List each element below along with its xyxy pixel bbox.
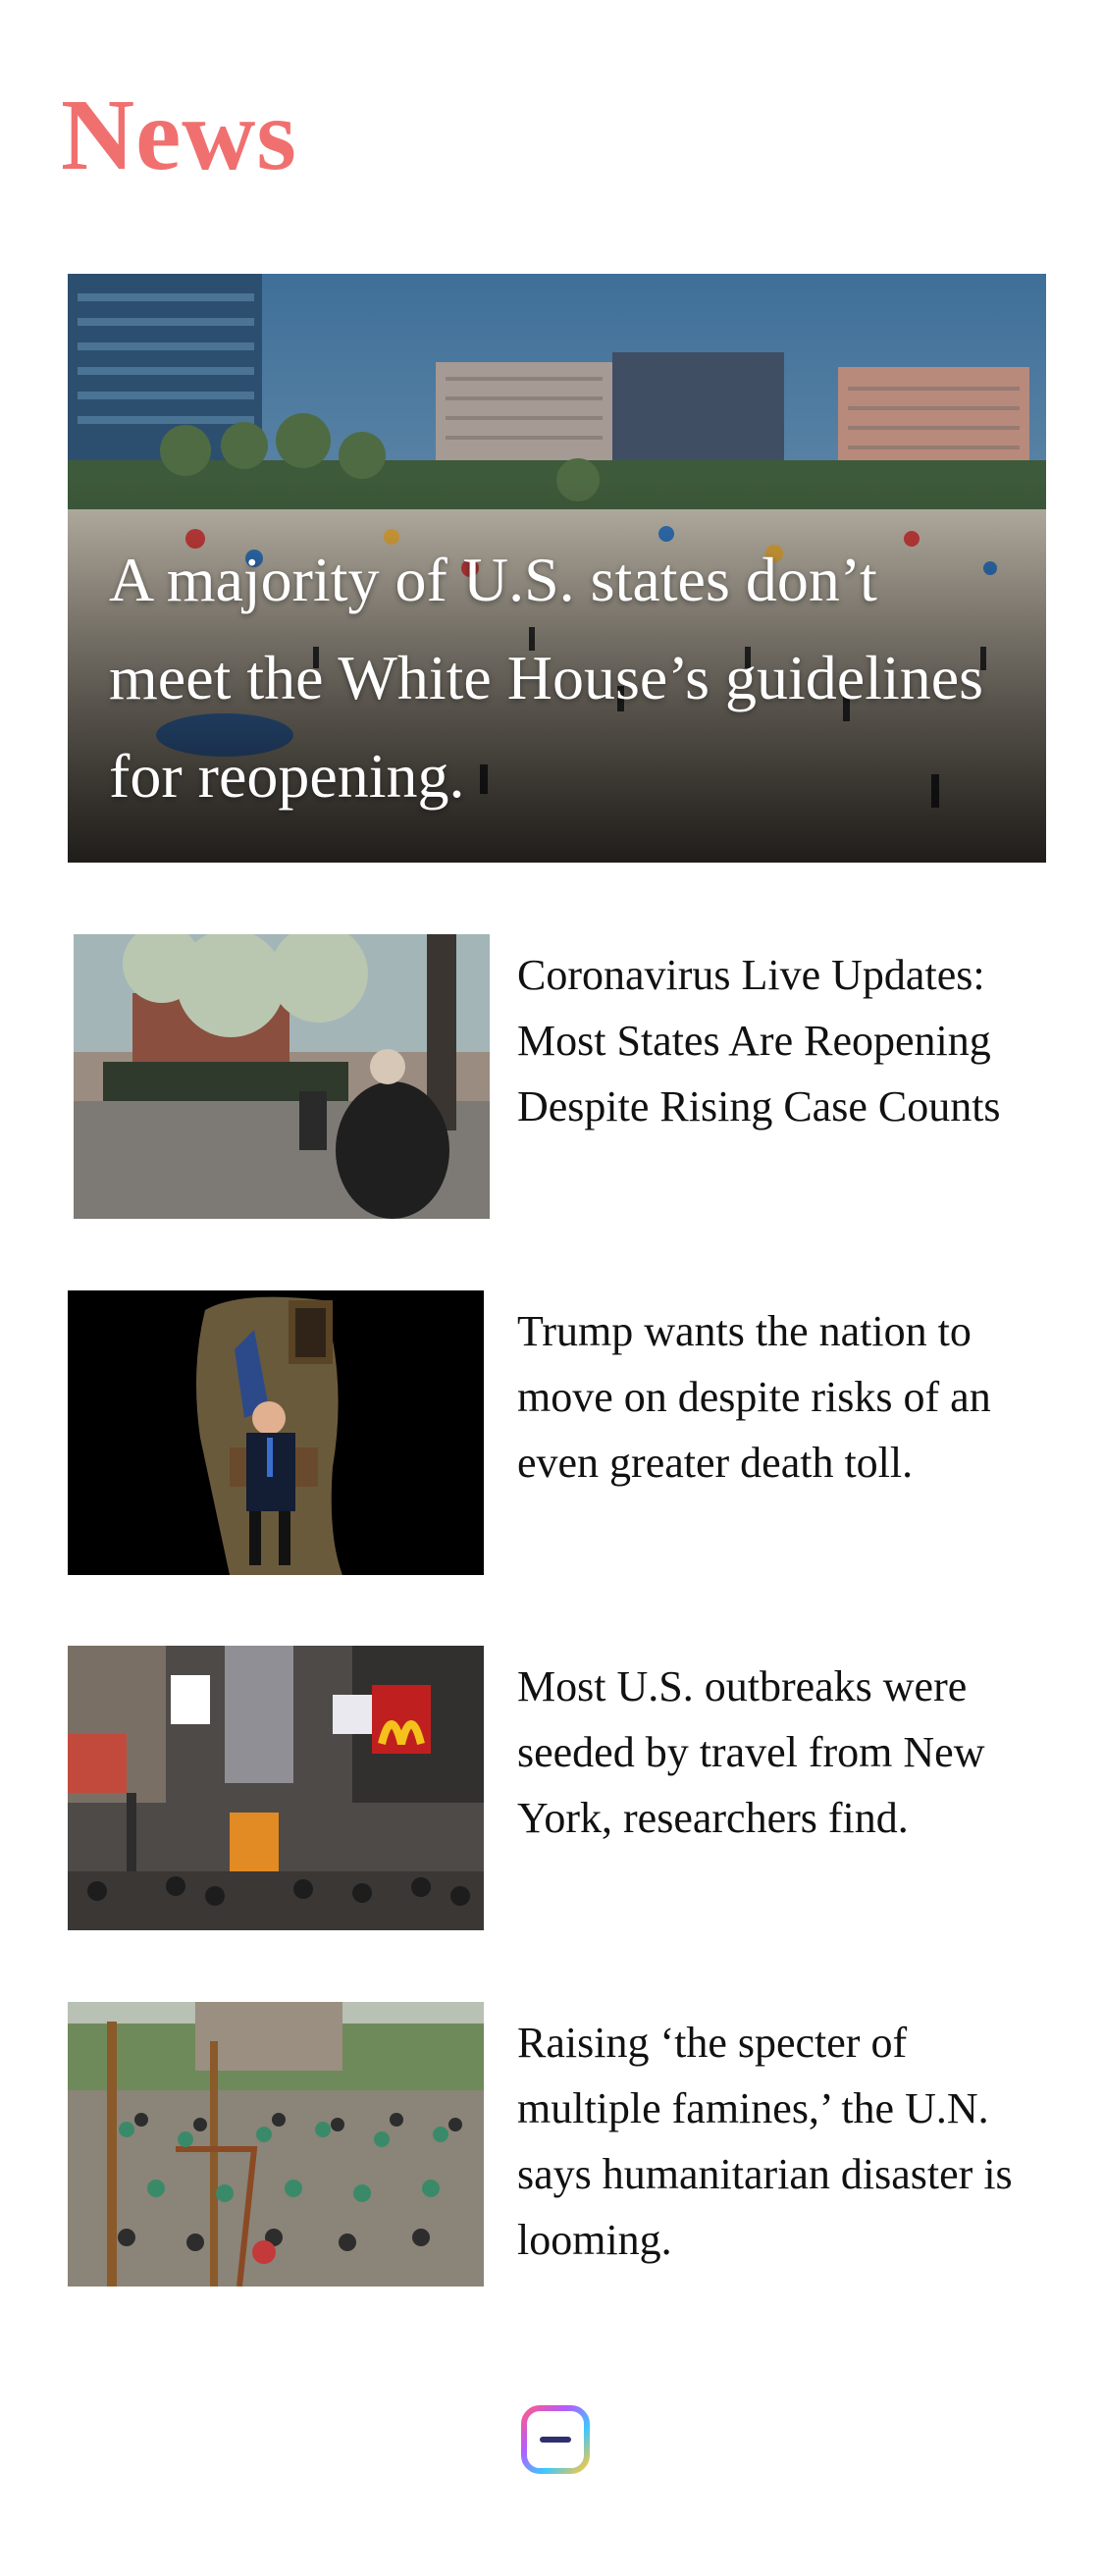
article-thumbnail xyxy=(68,1290,484,1575)
article-thumbnail xyxy=(68,2002,484,2287)
article-headline: Raising ‘the specter of multiple famines… xyxy=(517,2019,1013,2264)
hero-article[interactable]: A majority of U.S. states don’t meet the… xyxy=(68,274,1046,863)
app-switcher-icon[interactable] xyxy=(520,2404,591,2475)
article-item[interactable]: Raising ‘the specter of multiple famines… xyxy=(68,2002,1046,2287)
article-headline: Most U.S. outbreaks were seeded by trave… xyxy=(517,1662,985,1842)
hero-headline: A majority of U.S. states don’t meet the… xyxy=(109,545,984,811)
article-item[interactable]: Most U.S. outbreaks were seeded by trave… xyxy=(68,1646,1046,1930)
article-thumbnail xyxy=(74,934,490,1219)
article-item[interactable]: Trump wants the nation to move on despit… xyxy=(68,1290,1046,1575)
page-title: News xyxy=(61,79,297,191)
article-thumbnail xyxy=(68,1646,484,1930)
article-headline: Trump wants the nation to move on despit… xyxy=(517,1307,991,1487)
article-headline: Coronavirus Live Updates: Most States Ar… xyxy=(517,951,1001,1130)
article-item[interactable]: Coronavirus Live Updates: Most States Ar… xyxy=(68,934,1046,1219)
